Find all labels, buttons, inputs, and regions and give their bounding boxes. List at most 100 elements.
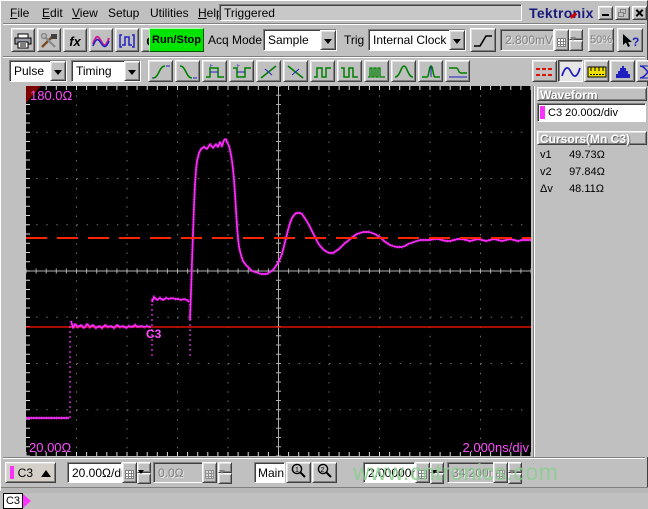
vertical-scale-field[interactable]: 20.00Ω/di [67,462,124,483]
rising-slope-icon [474,35,492,47]
eye-diagram-icon [639,65,648,79]
view-mode-value: Timing [76,64,112,78]
horizontal-mode-field[interactable]: Main [254,462,285,483]
scope-window: File Edit View Setup Utilities Help Trig… [0,0,648,509]
autoset-button[interactable] [115,28,139,52]
trig-level-field[interactable]: 2.800mV [500,29,554,51]
trig-source-value: Internal Clock [373,33,447,47]
tektronix-logo: Tektronix [529,5,594,21]
spin-down-icon[interactable] [218,470,232,494]
view-mode-select[interactable]: Timing [71,60,141,82]
vertical-scale-keypad-button[interactable] [122,462,137,483]
meas-peak-button[interactable] [418,60,443,82]
histogram-icon [613,66,632,78]
vertical-scale-spinner[interactable] [137,460,151,494]
run-stop-button[interactable]: Run/Stop [149,28,204,52]
top-scale-label: 180.0Ω [30,88,73,103]
color-wave-icon [92,35,110,48]
rise-time-icon [151,65,170,79]
meas-pos-crossing-button[interactable] [256,60,281,82]
horizontal-position-keypad-button[interactable] [493,462,508,483]
chevron-down-icon[interactable] [124,61,140,81]
channel-select-button[interactable]: C3 [5,462,56,483]
acq-mode-value: Sample [268,33,309,47]
horizontal-scale-spinner[interactable] [430,460,444,494]
meas-neg-crossing-button[interactable] [283,60,308,82]
horizontal-position-spinner[interactable] [508,460,522,494]
measure-category-select[interactable]: Pulse [9,60,67,82]
measure-display-button[interactable] [584,60,609,82]
spin-down-icon[interactable] [430,470,444,494]
bracket-pulse-icon [119,34,135,48]
histogram-display-button[interactable] [610,60,635,82]
close-button[interactable] [632,6,647,20]
horizontal-scale-field[interactable]: 2.00000ns [363,462,424,483]
trigger-status-text: Triggered [224,6,275,20]
fx-icon: fx [69,33,81,49]
zoom-1-button[interactable]: 1 [286,462,311,483]
menu-utilities[interactable]: Utilities [147,5,192,21]
menu-view[interactable]: View [69,5,101,21]
meas-neg-width-button[interactable]: F [229,60,254,82]
spin-down-icon[interactable] [508,470,522,494]
ruler-icon [587,66,606,78]
svg-text:F: F [210,64,213,70]
chevron-down-icon[interactable] [50,61,66,81]
bottom-scale-label: 20.00Ω [29,440,72,455]
waveform-list[interactable]: C3 20.00Ω/div [537,103,646,122]
vertical-offset-keypad-button[interactable] [202,462,217,483]
acq-mode-label: Acq Mode [208,33,263,47]
meas-fall-time-button[interactable] [175,60,200,82]
chevron-down-icon[interactable] [320,30,336,50]
trig-level-keypad-button[interactable] [554,29,569,51]
spin-down-icon[interactable] [137,470,151,494]
keypad-icon [418,470,427,479]
waveform-database-button[interactable] [89,28,113,52]
separator [3,23,645,25]
neg-duty-icon [340,67,358,78]
meas-pos-duty-button[interactable] [310,60,335,82]
chevron-down-icon[interactable] [449,30,465,50]
meas-settling-button[interactable] [445,60,470,82]
minimize-button[interactable] [598,6,613,20]
setup-tools-button[interactable] [37,28,61,52]
meas-neg-duty-button[interactable] [337,60,362,82]
context-help-button[interactable]: ? [617,28,643,52]
grid-lines [25,85,532,457]
trig-level-spinner[interactable] [569,27,583,61]
channel-position-marker[interactable]: C3 [3,493,23,509]
keypad-icon [205,470,214,479]
cursors-display-button[interactable] [532,60,557,82]
set-50-percent-button[interactable]: 50% [588,28,614,52]
math-button[interactable]: fx [63,28,87,52]
spin-down-icon[interactable] [569,37,583,61]
acq-mode-select[interactable]: Sample [263,29,337,51]
meas-rise-time-button[interactable] [148,60,173,82]
waveform-entry[interactable]: C3 20.00Ω/div [548,107,618,119]
zoom-2-button[interactable]: 2 [312,462,337,483]
trig-source-select[interactable]: Internal Clock [368,29,466,51]
horizontal-scale-keypad-button[interactable] [415,462,430,483]
menu-setup[interactable]: Setup [105,5,142,21]
menu-file[interactable]: File [7,5,32,21]
horizontal-vertical-bar: C3 20.00Ω/di 0.0Ω Main 1 2 2.00000ns 34.… [1,459,648,494]
print-button[interactable] [11,28,35,52]
waveform-header: Waveform [537,87,647,102]
trig-slope-button[interactable] [470,28,496,52]
meas-pos-overshoot-button[interactable] [391,60,416,82]
waveform-display-button[interactable] [558,60,583,82]
svg-text:F: F [237,64,240,70]
meas-pos-width-button[interactable]: F [202,60,227,82]
menu-edit[interactable]: Edit [39,5,66,21]
trace-color-swatch [540,106,545,119]
graticule: 180.0Ω 20.00Ω 2.000ns/div C3 [25,85,532,457]
vertical-offset-spinner[interactable] [218,460,232,494]
measure-category-value: Pulse [14,64,45,78]
restore-button[interactable] [615,6,630,20]
trigger-status-field: Triggered [219,4,522,21]
magnifier-2-icon: 2 [317,463,332,478]
magnifier-1-icon: 1 [291,463,306,478]
eye-diagram-display-button[interactable] [636,60,648,82]
meas-burst-width-button[interactable] [364,60,389,82]
window-bottom-edge [1,487,648,493]
